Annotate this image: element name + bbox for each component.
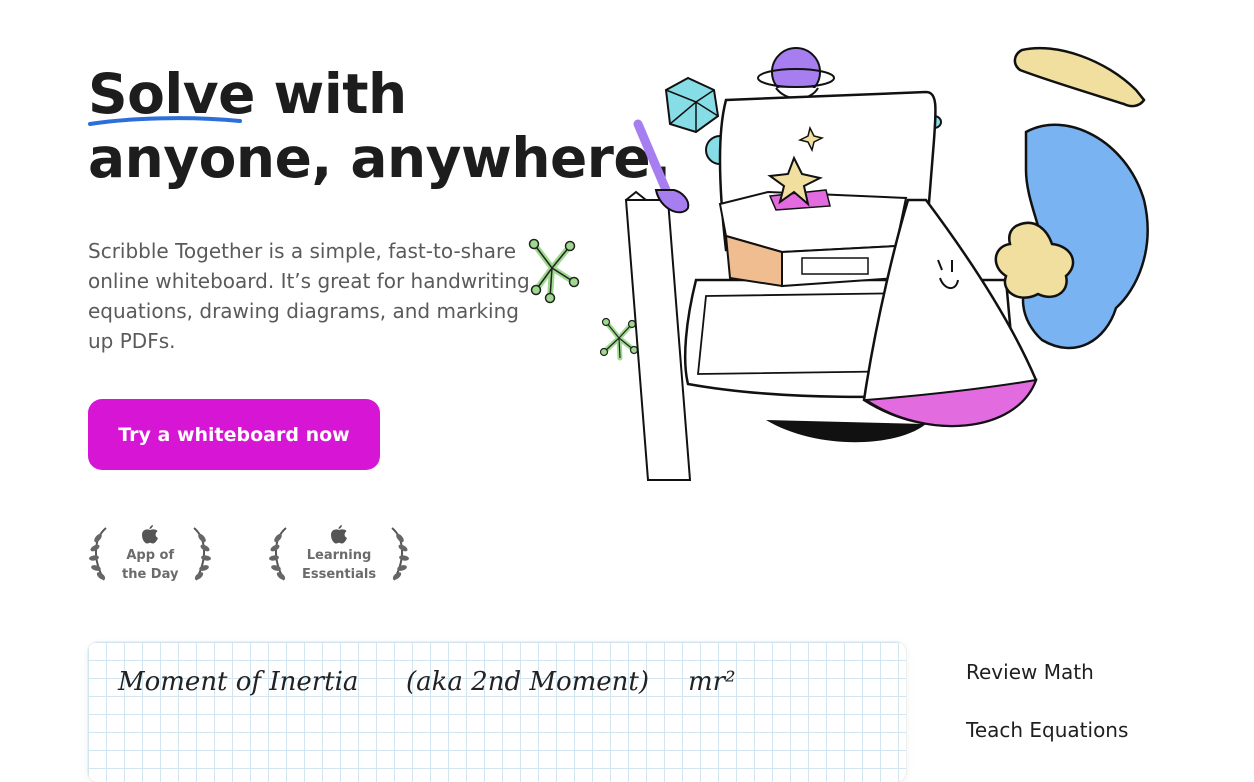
whiteboard-preview[interactable] (88, 642, 906, 782)
award-line-1: Learning (306, 548, 372, 563)
handwriting-title: Moment of Inertia (118, 667, 359, 697)
award-learning-essentials: Learning Essentials (266, 522, 412, 586)
page-title: Solve with anyone, anywhere. (88, 62, 671, 190)
award-text: Learning Essentials (292, 524, 386, 584)
laurel-right-icon (193, 527, 212, 581)
apple-icon (142, 525, 159, 544)
handwriting-note: (aka 2nd Moment) (406, 667, 650, 697)
laurel-left-icon (89, 527, 107, 581)
planet-doodle-icon (757, 47, 835, 100)
handwriting-formula: mr² (688, 667, 736, 697)
hero-illustration (624, 46, 1149, 481)
award-line-1: App of (126, 548, 175, 563)
award-text: App of the Day (112, 524, 188, 584)
title-line-2: anyone, anywhere. (88, 126, 671, 190)
gem-doodle-icon (664, 76, 720, 134)
teach-equations-link[interactable]: Teach Equations (966, 718, 1128, 742)
green-molecule-doodle-icon (528, 238, 580, 304)
laurel-right-icon (391, 527, 410, 581)
review-math-link[interactable]: Review Math (966, 660, 1094, 684)
title-underlined-word: Solve (88, 62, 255, 126)
title-rest: with (254, 62, 408, 126)
yellow-marker-doodle-icon (1013, 46, 1146, 108)
award-line-2: the Day (122, 567, 179, 582)
award-line-2: Essentials (302, 567, 377, 582)
apple-icon (331, 525, 348, 544)
underline-stroke (88, 116, 242, 126)
hero-description: Scribble Together is a simple, fast-to-s… (88, 239, 530, 353)
laurel-left-icon (269, 527, 287, 581)
award-app-of-the-day: App of the Day (86, 522, 214, 586)
pencil-doodle-icon (624, 190, 692, 481)
stacked-boxes-doodle-icon (718, 189, 908, 288)
try-whiteboard-button[interactable]: Try a whiteboard now (88, 399, 380, 470)
